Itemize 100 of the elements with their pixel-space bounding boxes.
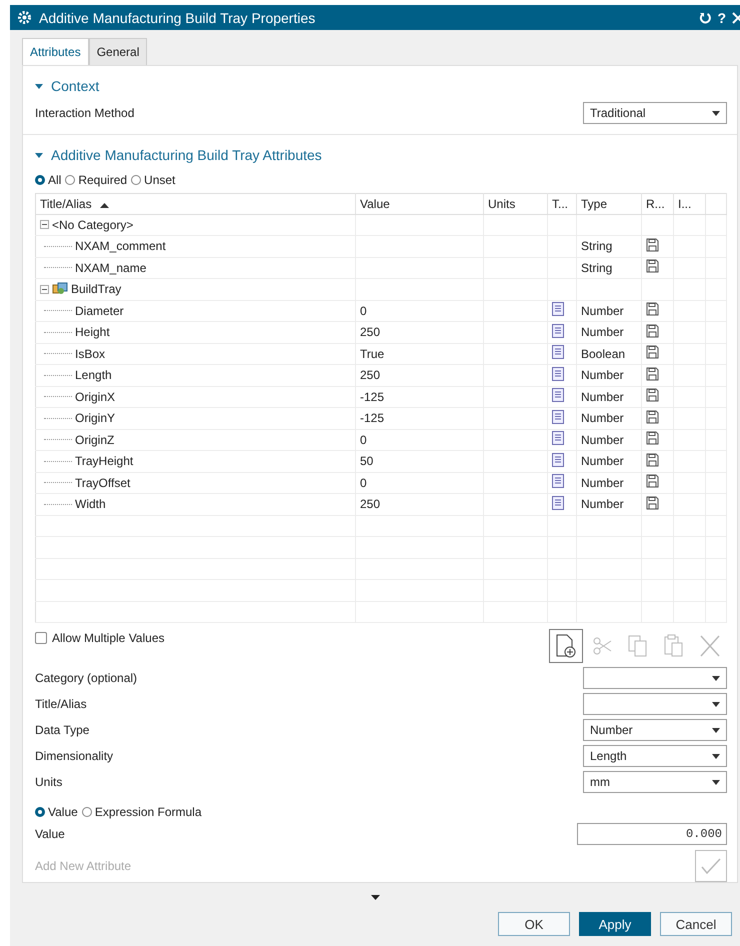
attribute-type: Number <box>581 390 624 404</box>
copy-icon <box>627 634 649 658</box>
radio-label: Unset <box>144 172 176 187</box>
checkbox-label: Allow Multiple Values <box>52 631 164 646</box>
attribute-value: 50 <box>360 454 374 468</box>
toolbar-button[interactable] <box>549 629 583 664</box>
attribute-type: Number <box>581 476 624 490</box>
attribute-name: Diameter <box>75 304 124 318</box>
dropdown[interactable]: Length <box>583 745 727 768</box>
attribute-name: NXAM_comment <box>75 239 166 254</box>
field-label: Title/Alias <box>35 697 87 712</box>
attribute-value: 250 <box>360 325 380 340</box>
radio-button[interactable] <box>35 174 45 185</box>
tab[interactable]: Attributes <box>22 38 89 65</box>
save-icon <box>646 238 659 252</box>
document-icon <box>552 302 564 316</box>
caret-icon <box>712 110 720 116</box>
save-icon <box>646 366 659 381</box>
field-label: Value <box>35 827 65 842</box>
dropdown[interactable]: mm <box>583 771 727 794</box>
document-icon <box>552 324 564 338</box>
dialog-button[interactable]: Cancel <box>660 912 732 936</box>
column-header[interactable]: Title/Alias <box>36 193 356 214</box>
attribute-value: -125 <box>360 390 384 404</box>
attribute-type: Number <box>581 411 624 426</box>
save-icon <box>646 259 659 274</box>
reset-icon[interactable] <box>699 12 712 24</box>
save-icon <box>646 324 659 338</box>
attribute-name: TrayHeight <box>75 454 134 468</box>
attribute-type: Boolean <box>581 346 626 361</box>
attribute-name: Width <box>75 497 106 512</box>
attribute-value: -125 <box>360 411 384 426</box>
attribute-value: 250 <box>360 368 380 382</box>
attribute-type: Number <box>581 454 624 468</box>
column-header[interactable]: Type <box>576 193 642 214</box>
caret-icon <box>712 754 720 759</box>
close-icon[interactable] <box>732 12 740 24</box>
document-icon <box>552 410 564 424</box>
help-button[interactable]: ? <box>717 10 726 26</box>
value-field[interactable]: 0.000 <box>577 823 727 846</box>
save-icon <box>646 431 659 446</box>
column-header[interactable]: Units <box>484 193 548 214</box>
attribute-value: 0 <box>360 432 367 447</box>
caret-icon <box>712 780 720 785</box>
caret-icon <box>712 676 720 681</box>
tab[interactable]: General <box>88 38 148 65</box>
dropdown[interactable]: Number <box>583 719 727 742</box>
attribute-name: Length <box>75 368 112 382</box>
save-icon <box>646 388 659 402</box>
document-icon <box>552 388 564 402</box>
category-label: BuildTray <box>71 282 122 296</box>
column-header[interactable]: T... <box>548 193 576 214</box>
field-label: Interaction Method <box>35 106 134 120</box>
collapse-arrow-icon[interactable] <box>35 84 43 88</box>
class-icon <box>52 282 68 296</box>
attribute-name: IsBox <box>75 346 106 361</box>
attribute-value: 0 <box>360 304 367 318</box>
attribute-name: Height <box>75 325 110 340</box>
column-header[interactable]: Value <box>356 193 484 214</box>
paste-icon <box>663 634 685 658</box>
radio-label: All <box>48 172 62 187</box>
save-icon <box>646 410 659 424</box>
new-file-icon <box>555 634 577 658</box>
field-label: Dimensionality <box>35 749 114 764</box>
column-header[interactable]: I... <box>674 193 706 214</box>
dialog-button[interactable]: OK <box>498 912 570 936</box>
window-title: Additive Manufacturing Build Tray Properties <box>39 10 316 26</box>
attribute-value: 0 <box>360 476 367 490</box>
save-icon <box>646 345 659 360</box>
dropdown[interactable] <box>583 693 727 716</box>
attribute-type: String <box>581 260 612 275</box>
attribute-type: Number <box>581 325 624 340</box>
document-icon <box>552 345 564 360</box>
checkbox[interactable] <box>35 632 47 644</box>
dialog-button[interactable]: Apply <box>579 912 651 936</box>
section-title: Context <box>51 78 100 94</box>
confirm-button[interactable] <box>695 850 727 882</box>
attribute-type: Number <box>581 304 624 318</box>
radio-button[interactable] <box>82 807 92 818</box>
radio-label: Value <box>48 805 78 820</box>
field-label: Units <box>35 775 62 790</box>
radio-button[interactable] <box>35 807 45 818</box>
attribute-name: TrayOffset <box>75 476 130 490</box>
attribute-value: True <box>360 346 384 361</box>
collapse-icon[interactable] <box>40 220 49 230</box>
collapse-arrow-icon[interactable] <box>35 152 43 158</box>
dropdown[interactable]: Traditional <box>583 102 727 124</box>
radio-label: Expression Formula <box>94 805 202 820</box>
radio-button[interactable] <box>65 174 76 185</box>
save-icon <box>646 474 659 488</box>
expand-arrow-icon[interactable] <box>370 895 380 900</box>
caret-icon <box>712 728 720 733</box>
radio-button[interactable] <box>131 174 142 185</box>
collapse-icon[interactable] <box>40 284 49 294</box>
attribute-type: String <box>581 239 612 254</box>
save-icon <box>646 302 659 316</box>
document-icon <box>552 496 564 510</box>
column-header[interactable]: R... <box>642 193 674 214</box>
save-icon <box>646 496 659 510</box>
field-label: Category (optional) <box>35 671 138 686</box>
